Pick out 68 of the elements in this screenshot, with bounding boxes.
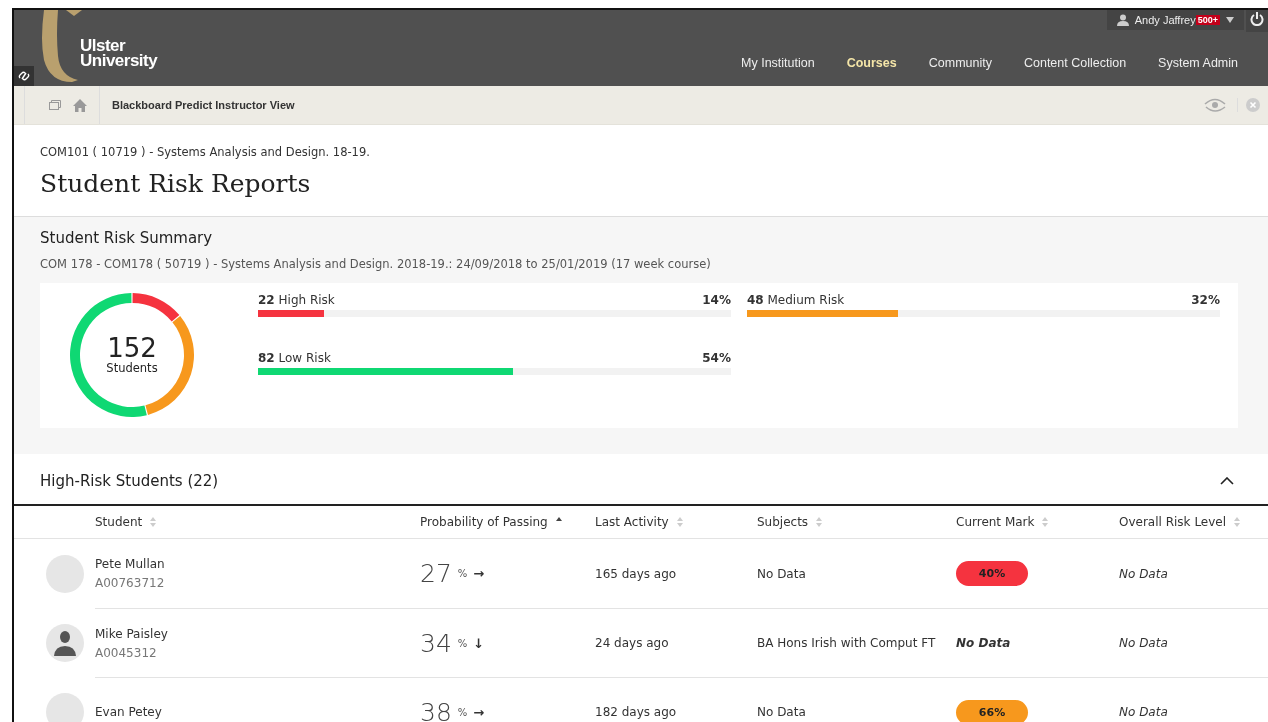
risk-percent: 14% — [702, 293, 731, 307]
trend-arrow: → — [473, 566, 485, 581]
risk-label: 82 Low Risk — [258, 351, 331, 365]
avatar-icon — [45, 554, 84, 593]
last-activity: 182 days ago — [595, 705, 678, 719]
probability-value: 34 — [420, 628, 452, 658]
student-name[interactable]: Evan Petey — [95, 705, 420, 719]
window-icon[interactable] — [49, 100, 61, 110]
student-total: 152 — [107, 335, 157, 361]
avatar-icon — [45, 692, 84, 722]
student-id: A0045312 — [95, 645, 158, 660]
notification-badge: 500+ — [1195, 15, 1220, 25]
total-label: Students — [106, 361, 158, 375]
last-activity: 24 days ago — [595, 636, 670, 650]
student-name[interactable]: Pete Mullan — [95, 557, 420, 571]
power-icon — [1250, 12, 1264, 26]
nav-tab[interactable]: Community — [912, 56, 1008, 86]
mark-badge: 66% — [956, 699, 1028, 722]
section-title: High-Risk Students (22) — [40, 472, 219, 490]
column-header[interactable]: Probability of Passing — [420, 515, 548, 529]
user-menu[interactable]: Andy Jaffrey 500+ — [1106, 10, 1244, 30]
column-header[interactable]: Current Mark — [956, 515, 1035, 529]
section-title: Student Risk Summary — [40, 229, 214, 247]
avatar-icon — [45, 623, 84, 662]
caret-icon — [1226, 17, 1234, 23]
nav-tab[interactable]: Courses — [830, 56, 913, 86]
last-activity: 165 days ago — [595, 566, 678, 581]
current-mark: No Data — [956, 636, 1012, 650]
column-header[interactable]: Overall Risk Level — [1119, 515, 1227, 529]
eye-icon[interactable] — [1203, 97, 1227, 113]
trend-arrow: → — [473, 704, 485, 720]
link-icon[interactable] — [14, 66, 34, 86]
risk-percent: 32% — [1191, 293, 1220, 307]
mark-badge: 40% — [956, 561, 1028, 586]
risk-level: No Data — [1119, 705, 1169, 719]
close-icon[interactable] — [1237, 98, 1260, 112]
percent-sign: % — [457, 706, 468, 718]
subjects: No Data — [757, 566, 807, 581]
trend-arrow: ↓ — [473, 635, 485, 651]
logout-button[interactable] — [1246, 10, 1268, 32]
page-title: Student Risk Reports — [40, 169, 312, 198]
risk-label: 22 High Risk — [258, 293, 335, 307]
probability-value: 27 — [420, 559, 452, 588]
risk-level: No Data — [1119, 566, 1169, 581]
percent-sign: % — [457, 568, 468, 579]
university-name: Ulster University — [80, 38, 158, 68]
course-label: COM101 ( 10719 ) - Systems Analysis and Design. 18-19. — [40, 145, 371, 159]
nav-tab[interactable]: System Admin — [1142, 56, 1254, 86]
nav-tab[interactable]: Content Collection — [1007, 56, 1143, 86]
column-header[interactable]: Subjects — [757, 515, 809, 529]
risk-level: No Data — [1119, 636, 1169, 650]
breadcrumb-title: Blackboard Predict Instructor View — [111, 99, 296, 111]
user-icon — [1116, 14, 1129, 26]
risk-percent: 54% — [702, 351, 731, 365]
subjects: BA Hons Irish with Comput FT — [757, 636, 937, 650]
percent-sign: % — [457, 637, 468, 649]
probability-value: 38 — [420, 697, 452, 722]
student-id: A00763712 — [95, 576, 166, 590]
home-icon[interactable] — [73, 98, 87, 112]
course-dates: COM 178 - COM178 ( 50719 ) - Systems Analysis and Design. 2018-19.: 24/09/2018 to 25/01/2019 (17 week course) — [40, 257, 712, 271]
column-header[interactable]: Last Activity — [595, 515, 669, 529]
chevron-icon[interactable] — [1220, 477, 1234, 485]
column-header[interactable]: Student — [95, 515, 143, 529]
user-name: Andy Jaffrey — [1134, 14, 1196, 26]
student-name[interactable]: Mike Paisley — [95, 626, 420, 641]
nav-tab[interactable]: My Institution — [725, 56, 831, 86]
subjects: No Data — [757, 705, 807, 719]
risk-label: 48 Medium Risk — [747, 293, 845, 307]
